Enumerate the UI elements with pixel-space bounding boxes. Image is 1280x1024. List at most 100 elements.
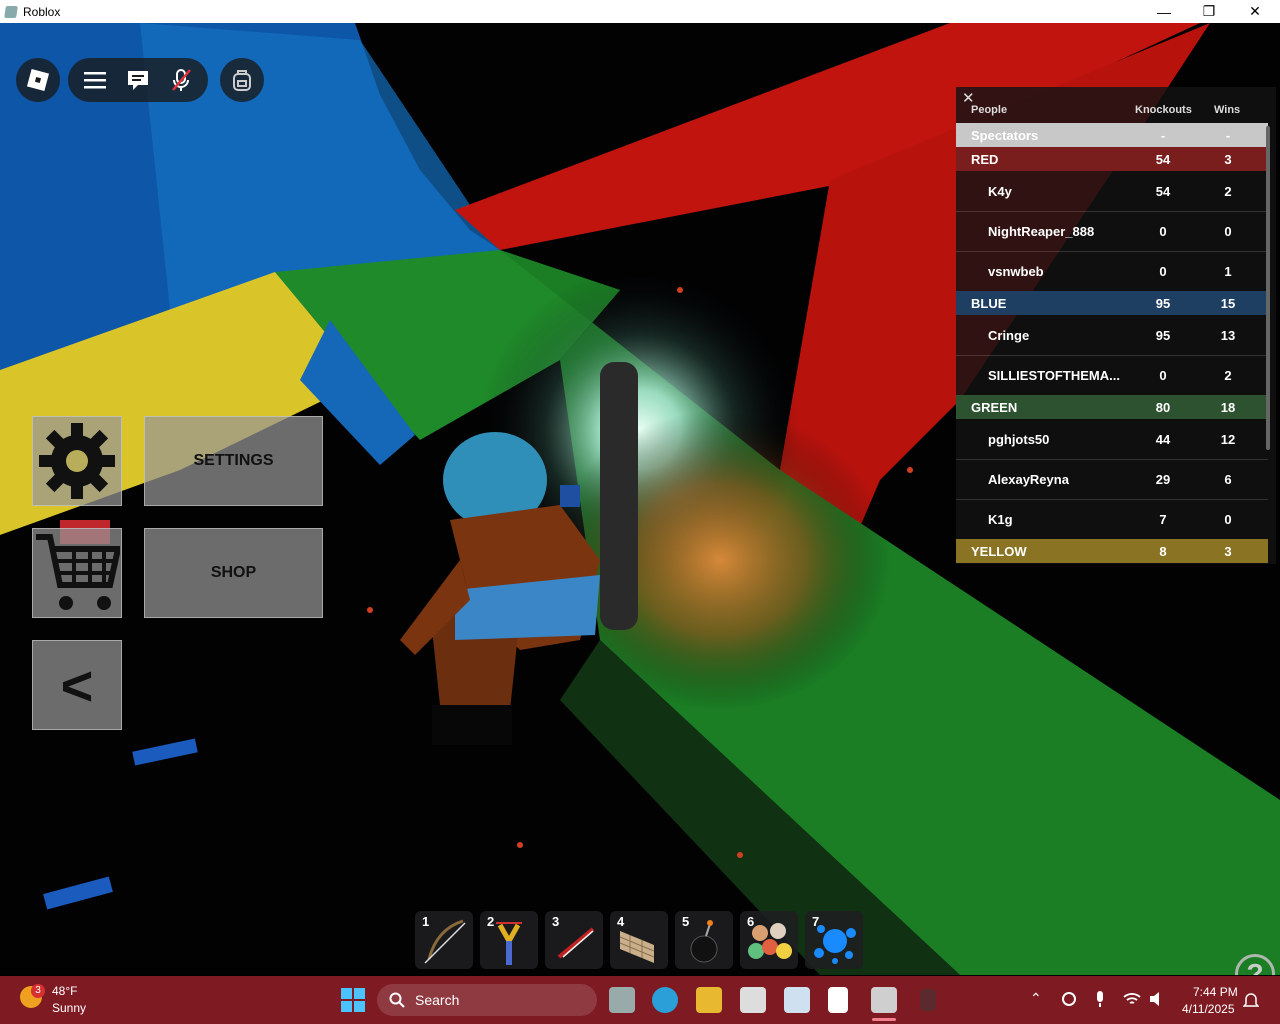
- close-button[interactable]: ✕: [1232, 0, 1278, 23]
- volume-icon[interactable]: [1148, 991, 1166, 1007]
- row-knockouts: 29: [1155, 471, 1171, 487]
- row-wins: 12: [1220, 431, 1236, 447]
- row-wins: 15: [1220, 295, 1236, 311]
- row-wins: 1: [1224, 263, 1232, 279]
- sync-icon[interactable]: [1060, 990, 1078, 1008]
- row-knockouts: 95: [1155, 295, 1171, 311]
- team-row[interactable]: GREEN 80 18: [956, 395, 1268, 419]
- row-name: GREEN: [971, 399, 1018, 415]
- window-title: Roblox: [23, 4, 61, 19]
- chat-icon[interactable]: [126, 69, 150, 91]
- app-icon-2[interactable]: [920, 989, 936, 1011]
- row-name: K1g: [988, 511, 1013, 527]
- hotbar-slot-7[interactable]: 7: [805, 911, 863, 969]
- roblox-menu-button[interactable]: [16, 58, 60, 102]
- row-wins: 2: [1224, 367, 1232, 383]
- team-row[interactable]: BLUE 95 15: [956, 291, 1268, 315]
- slot-number: 5: [682, 914, 690, 929]
- muted-microphone-icon[interactable]: [170, 68, 192, 92]
- slot-number: 2: [487, 914, 495, 929]
- windows-start-icon[interactable]: [341, 988, 365, 1012]
- team-row[interactable]: Spectators - -: [956, 123, 1268, 147]
- row-name: YELLOW: [971, 543, 1027, 559]
- row-wins: 6: [1224, 471, 1232, 487]
- slot-number: 7: [812, 914, 820, 929]
- clock-date[interactable]: 4/11/2025: [1182, 1002, 1235, 1016]
- clock-time[interactable]: 7:44 PM: [1193, 985, 1238, 999]
- file-explorer-icon[interactable]: [696, 987, 722, 1013]
- weather-condition: Sunny: [52, 1001, 87, 1015]
- edge-browser-icon[interactable]: [652, 987, 678, 1013]
- hotbar-slot-3[interactable]: 3: [545, 911, 603, 969]
- row-name: RED: [971, 151, 999, 167]
- leaderboard-scrollbar[interactable]: [1266, 126, 1270, 450]
- gear-icon: [39, 423, 115, 499]
- task-view-icon[interactable]: [609, 987, 635, 1013]
- row-name: SILLIESTOFTHEMA...: [988, 367, 1120, 383]
- hotbar-slot-2[interactable]: 2: [480, 911, 538, 969]
- shop-cart-button[interactable]: [32, 528, 122, 618]
- top-controls-bar: [68, 58, 208, 102]
- taskbar-search-box[interactable]: Search: [377, 984, 597, 1016]
- player-row[interactable]: NightReaper_888 0 0: [956, 211, 1268, 251]
- backpack-button[interactable]: [220, 58, 264, 102]
- row-knockouts: 0: [1159, 367, 1167, 383]
- app-icon[interactable]: [740, 987, 766, 1013]
- hotbar-slot-1[interactable]: 1: [415, 911, 473, 969]
- player-row[interactable]: K1g 7 0: [956, 499, 1268, 539]
- shop-button[interactable]: SHOP: [144, 528, 323, 618]
- maximize-button[interactable]: ❐: [1186, 0, 1232, 23]
- microphone-icon[interactable]: [1093, 990, 1107, 1008]
- player-row[interactable]: Cringe 95 13: [956, 315, 1268, 355]
- player-row[interactable]: AlexayReyna 29 6: [956, 459, 1268, 499]
- slot-number: 4: [617, 914, 625, 929]
- row-knockouts: 54: [1155, 151, 1171, 167]
- row-knockouts: 0: [1159, 263, 1167, 279]
- row-knockouts: 0: [1159, 223, 1167, 239]
- row-wins: 0: [1224, 511, 1232, 527]
- row-wins: 3: [1224, 151, 1232, 167]
- chevron-up-icon[interactable]: ⌃: [1030, 990, 1042, 1007]
- team-row[interactable]: YELLOW 8 3: [956, 539, 1268, 563]
- roblox-taskbar-icon[interactable]: [871, 987, 897, 1013]
- row-wins: 13: [1220, 327, 1236, 343]
- backpack-icon: [233, 70, 251, 91]
- notification-bell-icon[interactable]: [1243, 991, 1259, 1009]
- player-row[interactable]: pghjots50 44 12: [956, 419, 1268, 459]
- settings-gear-button[interactable]: [32, 416, 122, 506]
- temperature: 48°F: [52, 984, 78, 998]
- row-name: Cringe: [988, 327, 1030, 343]
- people-header: People: [971, 104, 1008, 116]
- collapse-menu-button[interactable]: <: [32, 640, 122, 730]
- player-row[interactable]: vsnwbeb 0 1: [956, 251, 1268, 291]
- roblox-logo-icon: [26, 68, 50, 92]
- slot-number: 1: [422, 914, 430, 929]
- hamburger-menu-icon[interactable]: [84, 71, 106, 89]
- row-knockouts: 44: [1155, 431, 1171, 447]
- row-knockouts: 80: [1155, 399, 1171, 415]
- row-wins: 0: [1224, 223, 1232, 239]
- row-wins: -: [1225, 127, 1231, 143]
- wifi-icon[interactable]: [1123, 991, 1141, 1007]
- monitor-app-icon[interactable]: [784, 987, 810, 1013]
- row-name: K4y: [988, 183, 1012, 199]
- player-row[interactable]: K4y 54 2: [956, 171, 1268, 211]
- slot-number: 6: [747, 914, 755, 929]
- row-knockouts: -: [1160, 127, 1166, 143]
- row-name: NightReaper_888: [988, 223, 1095, 239]
- hotbar-slot-5[interactable]: 5: [675, 911, 733, 969]
- hotbar-slot-4[interactable]: 4: [610, 911, 668, 969]
- hotbar-slot-6[interactable]: 6: [740, 911, 798, 969]
- minimize-button[interactable]: —: [1141, 0, 1187, 23]
- settings-button[interactable]: SETTINGS: [144, 416, 323, 506]
- row-name: AlexayReyna: [988, 471, 1069, 487]
- row-wins: 3: [1224, 543, 1232, 559]
- player-row[interactable]: SILLIESTOFTHEMA... 0 2: [956, 355, 1268, 395]
- team-row[interactable]: RED 54 3: [956, 147, 1268, 171]
- wins-header: Wins: [1214, 104, 1241, 116]
- weather-badge: 3: [31, 984, 45, 998]
- document-icon[interactable]: [828, 987, 848, 1013]
- shopping-cart-icon: [36, 534, 120, 610]
- row-knockouts: 54: [1155, 183, 1171, 199]
- row-wins: 2: [1224, 183, 1232, 199]
